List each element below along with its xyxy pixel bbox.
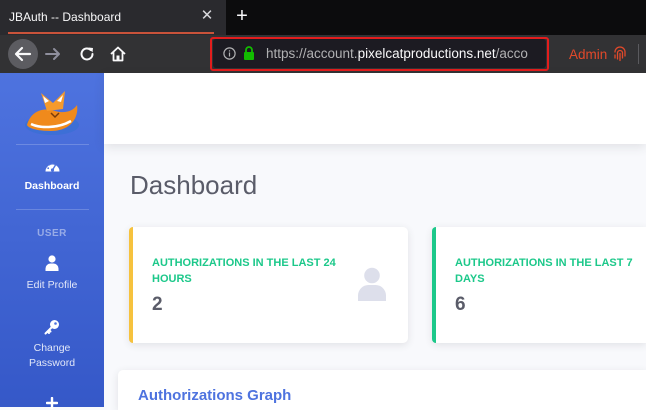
user-icon: [45, 255, 59, 271]
stat-card-24h: AUTHORIZATIONS IN THE LAST 24 HOURS 2: [129, 227, 408, 343]
graph-title: Authorizations Graph: [138, 387, 292, 404]
authorizations-graph-card: Authorizations Graph: [118, 370, 646, 410]
back-arrow-icon: [14, 46, 32, 62]
card-accent-border: [129, 227, 133, 343]
card-label: AUTHORIZATIONS IN THE LAST 24 HOURS: [152, 257, 336, 285]
card-value: 6: [455, 294, 466, 315]
back-button[interactable]: [8, 39, 38, 69]
sidebar-item-edit-profile[interactable]: Edit Profile: [0, 255, 104, 291]
home-icon[interactable]: [108, 44, 128, 64]
plus-icon: [46, 397, 58, 409]
browser-tab-bar: JBAuth -- Dashboard ✕ +: [0, 0, 646, 35]
stat-card-7d: AUTHORIZATIONS IN THE LAST 7 DAYS 6: [432, 227, 646, 343]
reload-icon[interactable]: [77, 44, 97, 64]
card-label: AUTHORIZATIONS IN THE LAST 7 DAYS: [455, 257, 633, 285]
tab-title: JBAuth -- Dashboard: [9, 10, 122, 24]
sidebar-item-label-line2: Password: [28, 357, 76, 369]
sidebar-item-change-password[interactable]: Change Password: [0, 319, 104, 369]
tachometer-icon: [45, 162, 59, 172]
top-bar: [104, 73, 646, 144]
forward-arrow-icon[interactable]: [44, 45, 62, 63]
sidebar-item-label-line1: Change: [33, 342, 71, 354]
sidebar-item-dashboard[interactable]: Dashboard: [0, 159, 104, 192]
key-icon: [44, 320, 59, 335]
sidebar: Dashboard USER Edit Profile Change Passw…: [0, 73, 104, 409]
tab-underline: [8, 32, 214, 34]
account-label[interactable]: Admin: [569, 47, 607, 62]
sidebar-item-add[interactable]: [0, 397, 104, 409]
sidebar-divider: [16, 209, 89, 210]
sidebar-divider: [16, 144, 89, 145]
page-title: Dashboard: [130, 170, 258, 200]
sidebar-item-label: Dashboard: [24, 180, 80, 192]
new-tab-button[interactable]: +: [231, 5, 253, 27]
sidebar-item-label: Edit Profile: [26, 279, 78, 291]
fox-logo[interactable]: [21, 81, 83, 137]
browser-tab[interactable]: JBAuth -- Dashboard ✕: [0, 0, 226, 35]
sidebar-heading-user: USER: [37, 228, 67, 239]
user-icon: [358, 267, 386, 301]
card-value: 2: [152, 294, 163, 315]
card-accent-border: [432, 227, 436, 343]
url-bar-highlight: [210, 37, 549, 71]
toolbar-separator: [638, 44, 639, 64]
fingerprint-icon[interactable]: [613, 46, 627, 62]
close-tab-icon[interactable]: ✕: [199, 8, 215, 24]
